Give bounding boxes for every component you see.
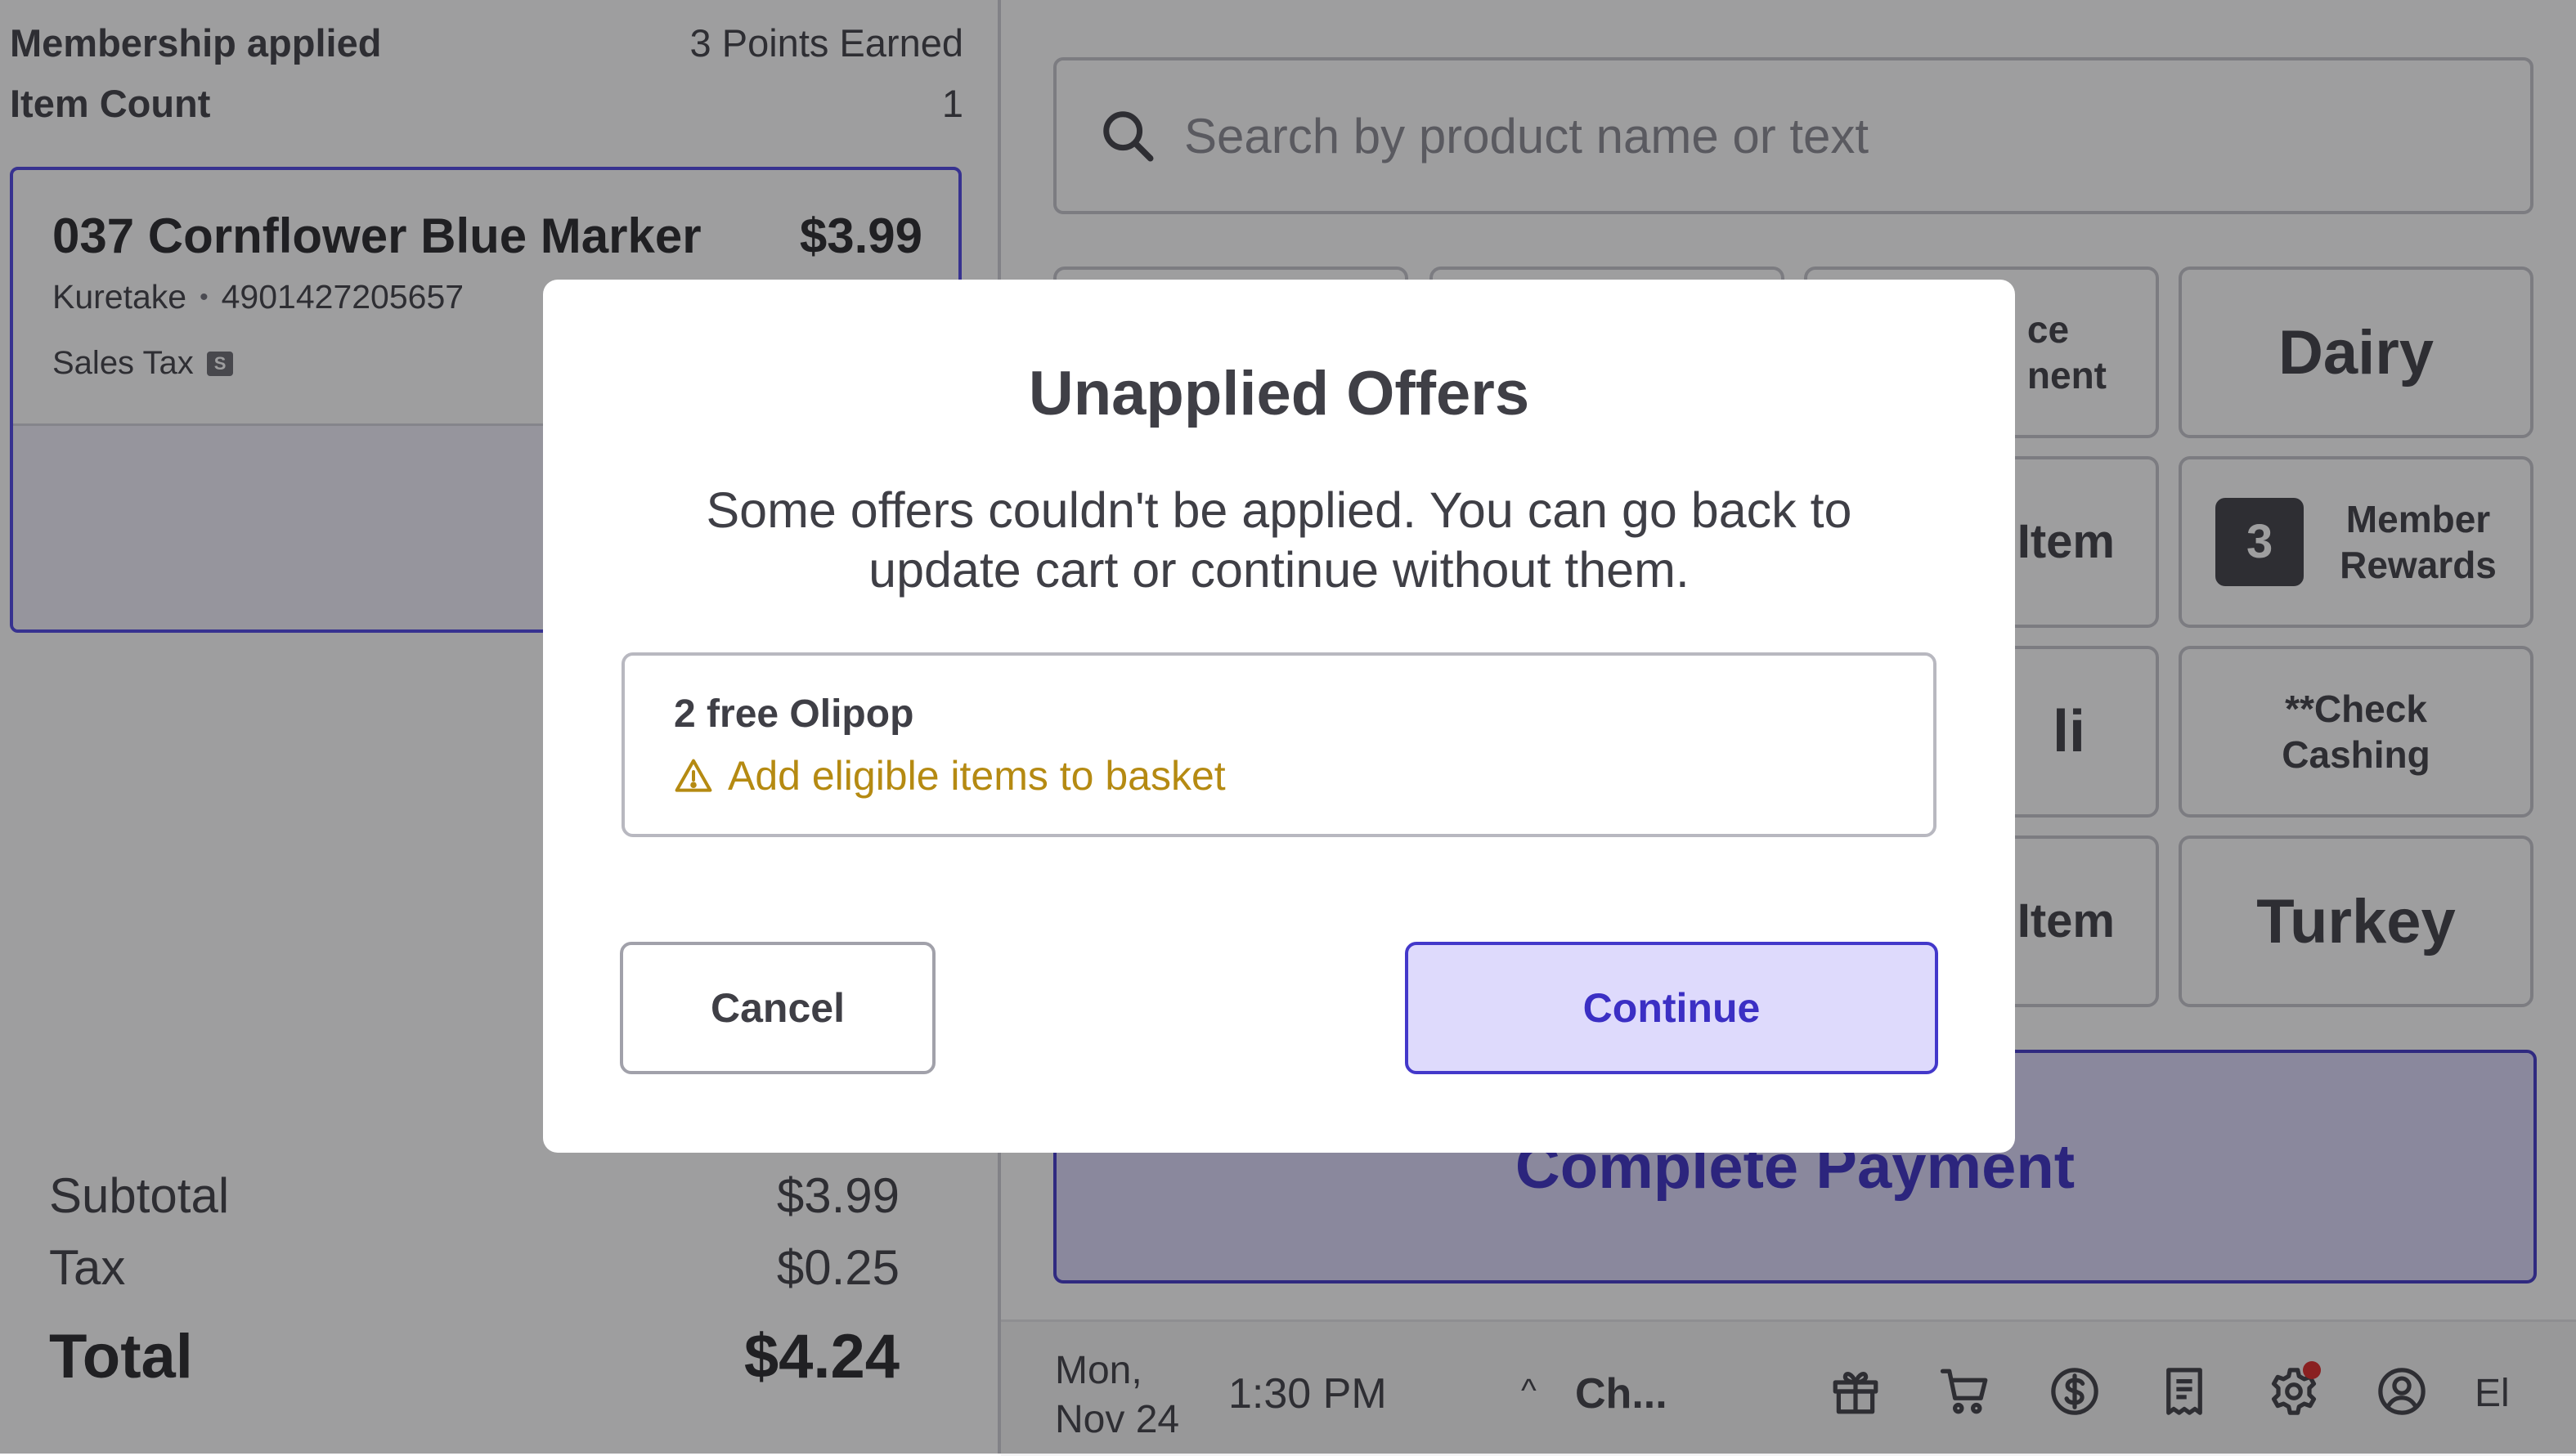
dialog-title: Unapplied Offers <box>1028 359 1530 428</box>
offer-warning-text: Add eligible items to basket <box>728 753 1226 799</box>
warning-icon <box>675 759 712 792</box>
dialog-message: Some offers couldn't be applied. You can… <box>706 482 1852 598</box>
continue-button[interactable]: Continue <box>1405 942 1938 1074</box>
cancel-button[interactable]: Cancel <box>620 942 936 1074</box>
offer-card: 2 free Olipop Add eligible items to bask… <box>622 652 1936 837</box>
offer-warning: Add eligible items to basket <box>674 752 1226 800</box>
offer-name: 2 free Olipop <box>674 692 914 736</box>
unapplied-offers-dialog: Unapplied Offers Some offers couldn't be… <box>543 280 2015 1153</box>
